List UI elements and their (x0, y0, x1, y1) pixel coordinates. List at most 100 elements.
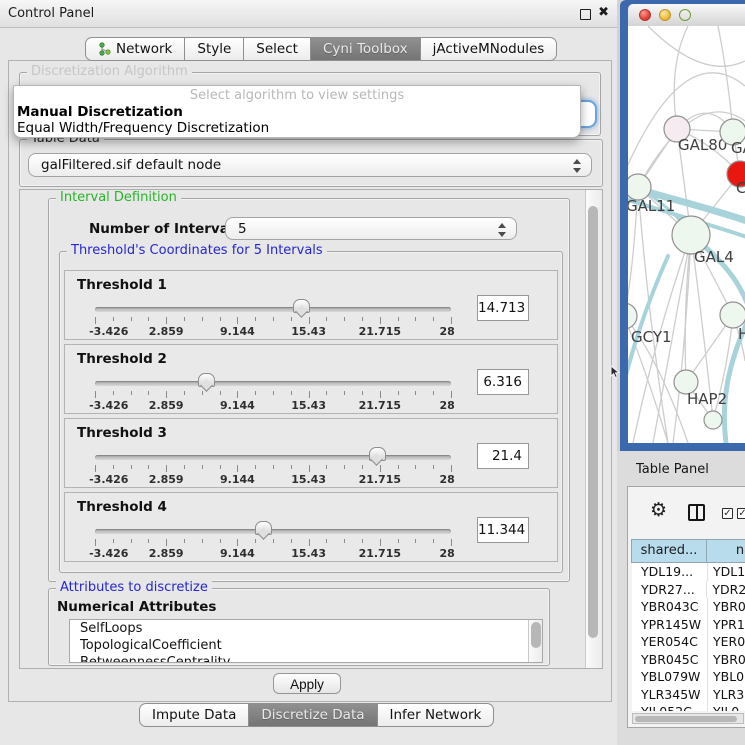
apply-button[interactable]: Apply (273, 673, 341, 694)
number-of-intervals-combobox[interactable]: 5 (225, 217, 517, 240)
scrollbar-thumb[interactable] (635, 716, 737, 722)
network-canvas[interactable]: GAL80GACGAL11GAL4GCY1HHAP2 (628, 26, 745, 443)
threshold-value-field[interactable]: 6.316 (477, 369, 529, 395)
table-row[interactable]: YIL052CYIL0 (632, 703, 745, 711)
cell-shared-name[interactable]: YLR345W (632, 686, 708, 704)
attribute-list-item[interactable]: BetweennessCentrality (70, 654, 542, 663)
table-row[interactable]: YDL19...YDL1 (632, 563, 745, 581)
cell-name[interactable]: YBL0 (708, 668, 744, 686)
threshold-value-field[interactable]: 11.344 (477, 517, 529, 543)
dropdown-hint: Select algorithm to view settings (14, 86, 580, 104)
tick-label: 28 (440, 473, 455, 486)
table-row[interactable]: YDR27...YDR2 (632, 581, 745, 599)
slider-track[interactable] (95, 529, 451, 534)
tab-infer-network[interactable]: Infer Network (377, 703, 495, 727)
checkbox-checked-icon[interactable]: ✓ (722, 508, 733, 519)
cell-shared-name[interactable]: YER054C (632, 633, 708, 651)
cell-shared-name[interactable]: YPR145W (632, 616, 708, 634)
column-header-shared-name[interactable]: shared... (631, 539, 707, 563)
cell-name[interactable]: YIL0 (708, 703, 739, 711)
tab-select[interactable]: Select (243, 37, 311, 61)
attribute-list-item[interactable]: SelfLoops (70, 620, 542, 637)
horizontal-scrollbar[interactable] (632, 713, 744, 724)
slider-thumb[interactable] (198, 373, 215, 387)
table-data-combobox[interactable]: galFiltered.sif default node (28, 153, 592, 177)
table-row[interactable]: YBR043CYBR0 (632, 598, 745, 616)
checkbox-checked-icon[interactable]: ✓ (737, 508, 745, 519)
attribute-list-item[interactable]: TopologicalCoefficient (70, 637, 542, 654)
tick-label: -3.426 (89, 399, 128, 412)
tick-label: 15.43 (291, 399, 326, 412)
threshold-value-field[interactable]: 14.713 (477, 295, 529, 321)
network-edge[interactable] (648, 26, 745, 66)
slider-thumb[interactable] (255, 521, 272, 535)
zoom-traffic-light-icon[interactable] (679, 9, 691, 21)
tab-discretize-data[interactable]: Discretize Data (248, 703, 377, 727)
column-layout-icon[interactable] (688, 504, 705, 521)
tab-style[interactable]: Style (184, 37, 244, 61)
cell-name[interactable]: YER0 (708, 633, 745, 651)
network-edge[interactable] (674, 26, 688, 129)
gear-icon[interactable]: ⚙ (650, 499, 667, 521)
mouse-cursor (610, 365, 622, 379)
cell-name[interactable]: YPR1 (708, 616, 745, 634)
threshold-slider[interactable]: -3.4262.8599.14415.4321.71528 (95, 301, 451, 339)
cell-shared-name[interactable]: YBR043C (632, 598, 708, 616)
tab-jactivemnodules[interactable]: jActiveMNodules (420, 37, 558, 61)
tick-label: -3.426 (89, 473, 128, 486)
table-row[interactable]: YPR145WYPR1 (632, 616, 745, 634)
cell-name[interactable]: YDL1 (708, 563, 745, 581)
slider-track[interactable] (95, 455, 451, 460)
table-row[interactable]: YBL079WYBL0 (632, 668, 745, 686)
dropdown-option-equal-width[interactable]: Equal Width/Frequency Discretization (14, 120, 580, 136)
threshold-slider[interactable]: -3.4262.8599.14415.4321.71528 (95, 523, 451, 561)
slider-thumb[interactable] (293, 299, 310, 313)
network-node[interactable] (704, 411, 722, 429)
minimize-traffic-light-icon[interactable] (659, 9, 671, 21)
cell-shared-name[interactable]: YBR045C (632, 651, 708, 669)
threshold-value-field[interactable]: 21.4 (477, 443, 529, 469)
table-row[interactable]: YLR345WYLR3 (632, 686, 745, 704)
float-window-icon[interactable] (580, 9, 591, 20)
threshold-slider[interactable]: -3.4262.8599.14415.4321.71528 (95, 375, 451, 413)
table-data-group: Table Data galFiltered.sif default node (19, 139, 603, 187)
network-edge[interactable] (638, 187, 668, 443)
slider-thumb[interactable] (369, 447, 386, 461)
cell-shared-name[interactable]: YDR27... (632, 581, 707, 599)
scrollbar-thumb[interactable] (588, 206, 598, 638)
cell-name[interactable]: YBR0 (708, 651, 745, 669)
minor-tick (326, 539, 327, 543)
scrollbar-thumb[interactable] (531, 622, 541, 648)
cell-shared-name[interactable]: YBL079W (632, 668, 708, 686)
minor-tick (220, 465, 221, 469)
list-scrollbar[interactable] (528, 620, 542, 662)
threshold-panel: Threshold 3 -3.4262.8599.14415.4321.7152… (64, 418, 558, 488)
threshold-slider[interactable]: -3.4262.8599.14415.4321.71528 (95, 449, 451, 487)
cell-name[interactable]: YDR2 (707, 581, 745, 599)
cell-shared-name[interactable]: YDL19... (632, 563, 708, 581)
column-header-name[interactable]: na (706, 539, 745, 563)
network-edge[interactable] (718, 26, 733, 132)
combobox-value: galFiltered.sif default node (29, 157, 221, 173)
table-row[interactable]: YBR045CYBR0 (632, 651, 745, 669)
close-traffic-light-icon[interactable] (639, 9, 651, 21)
network-graph[interactable]: GAL80GACGAL11GAL4GCY1HHAP2 (628, 26, 745, 443)
slider-track[interactable] (95, 381, 451, 386)
combobox-stepper-icon[interactable] (498, 222, 507, 238)
network-node[interactable] (628, 303, 637, 329)
dropdown-option-manual[interactable]: Manual Discretization (14, 104, 580, 120)
control-panel-titlebar: Control Panel ✖ (0, 0, 617, 28)
table-row[interactable]: YER054CYER0 (632, 633, 745, 651)
cell-name[interactable]: YBR0 (708, 598, 745, 616)
cell-name[interactable]: YLR3 (708, 686, 744, 704)
tab-impute-data[interactable]: Impute Data (139, 703, 249, 727)
minor-tick (113, 465, 114, 469)
slider-track[interactable] (95, 307, 451, 312)
attributes-list[interactable]: SelfLoopsTopologicalCoefficientBetweenne… (69, 619, 543, 663)
cell-shared-name[interactable]: YIL052C (632, 703, 708, 711)
tab-network[interactable]: Network (85, 37, 185, 61)
vertical-scrollbar[interactable] (585, 190, 602, 668)
tab-cyni-toolbox[interactable]: Cyni Toolbox (310, 37, 421, 61)
combobox-stepper-icon[interactable] (573, 158, 582, 174)
close-icon[interactable]: ✖ (598, 5, 609, 20)
